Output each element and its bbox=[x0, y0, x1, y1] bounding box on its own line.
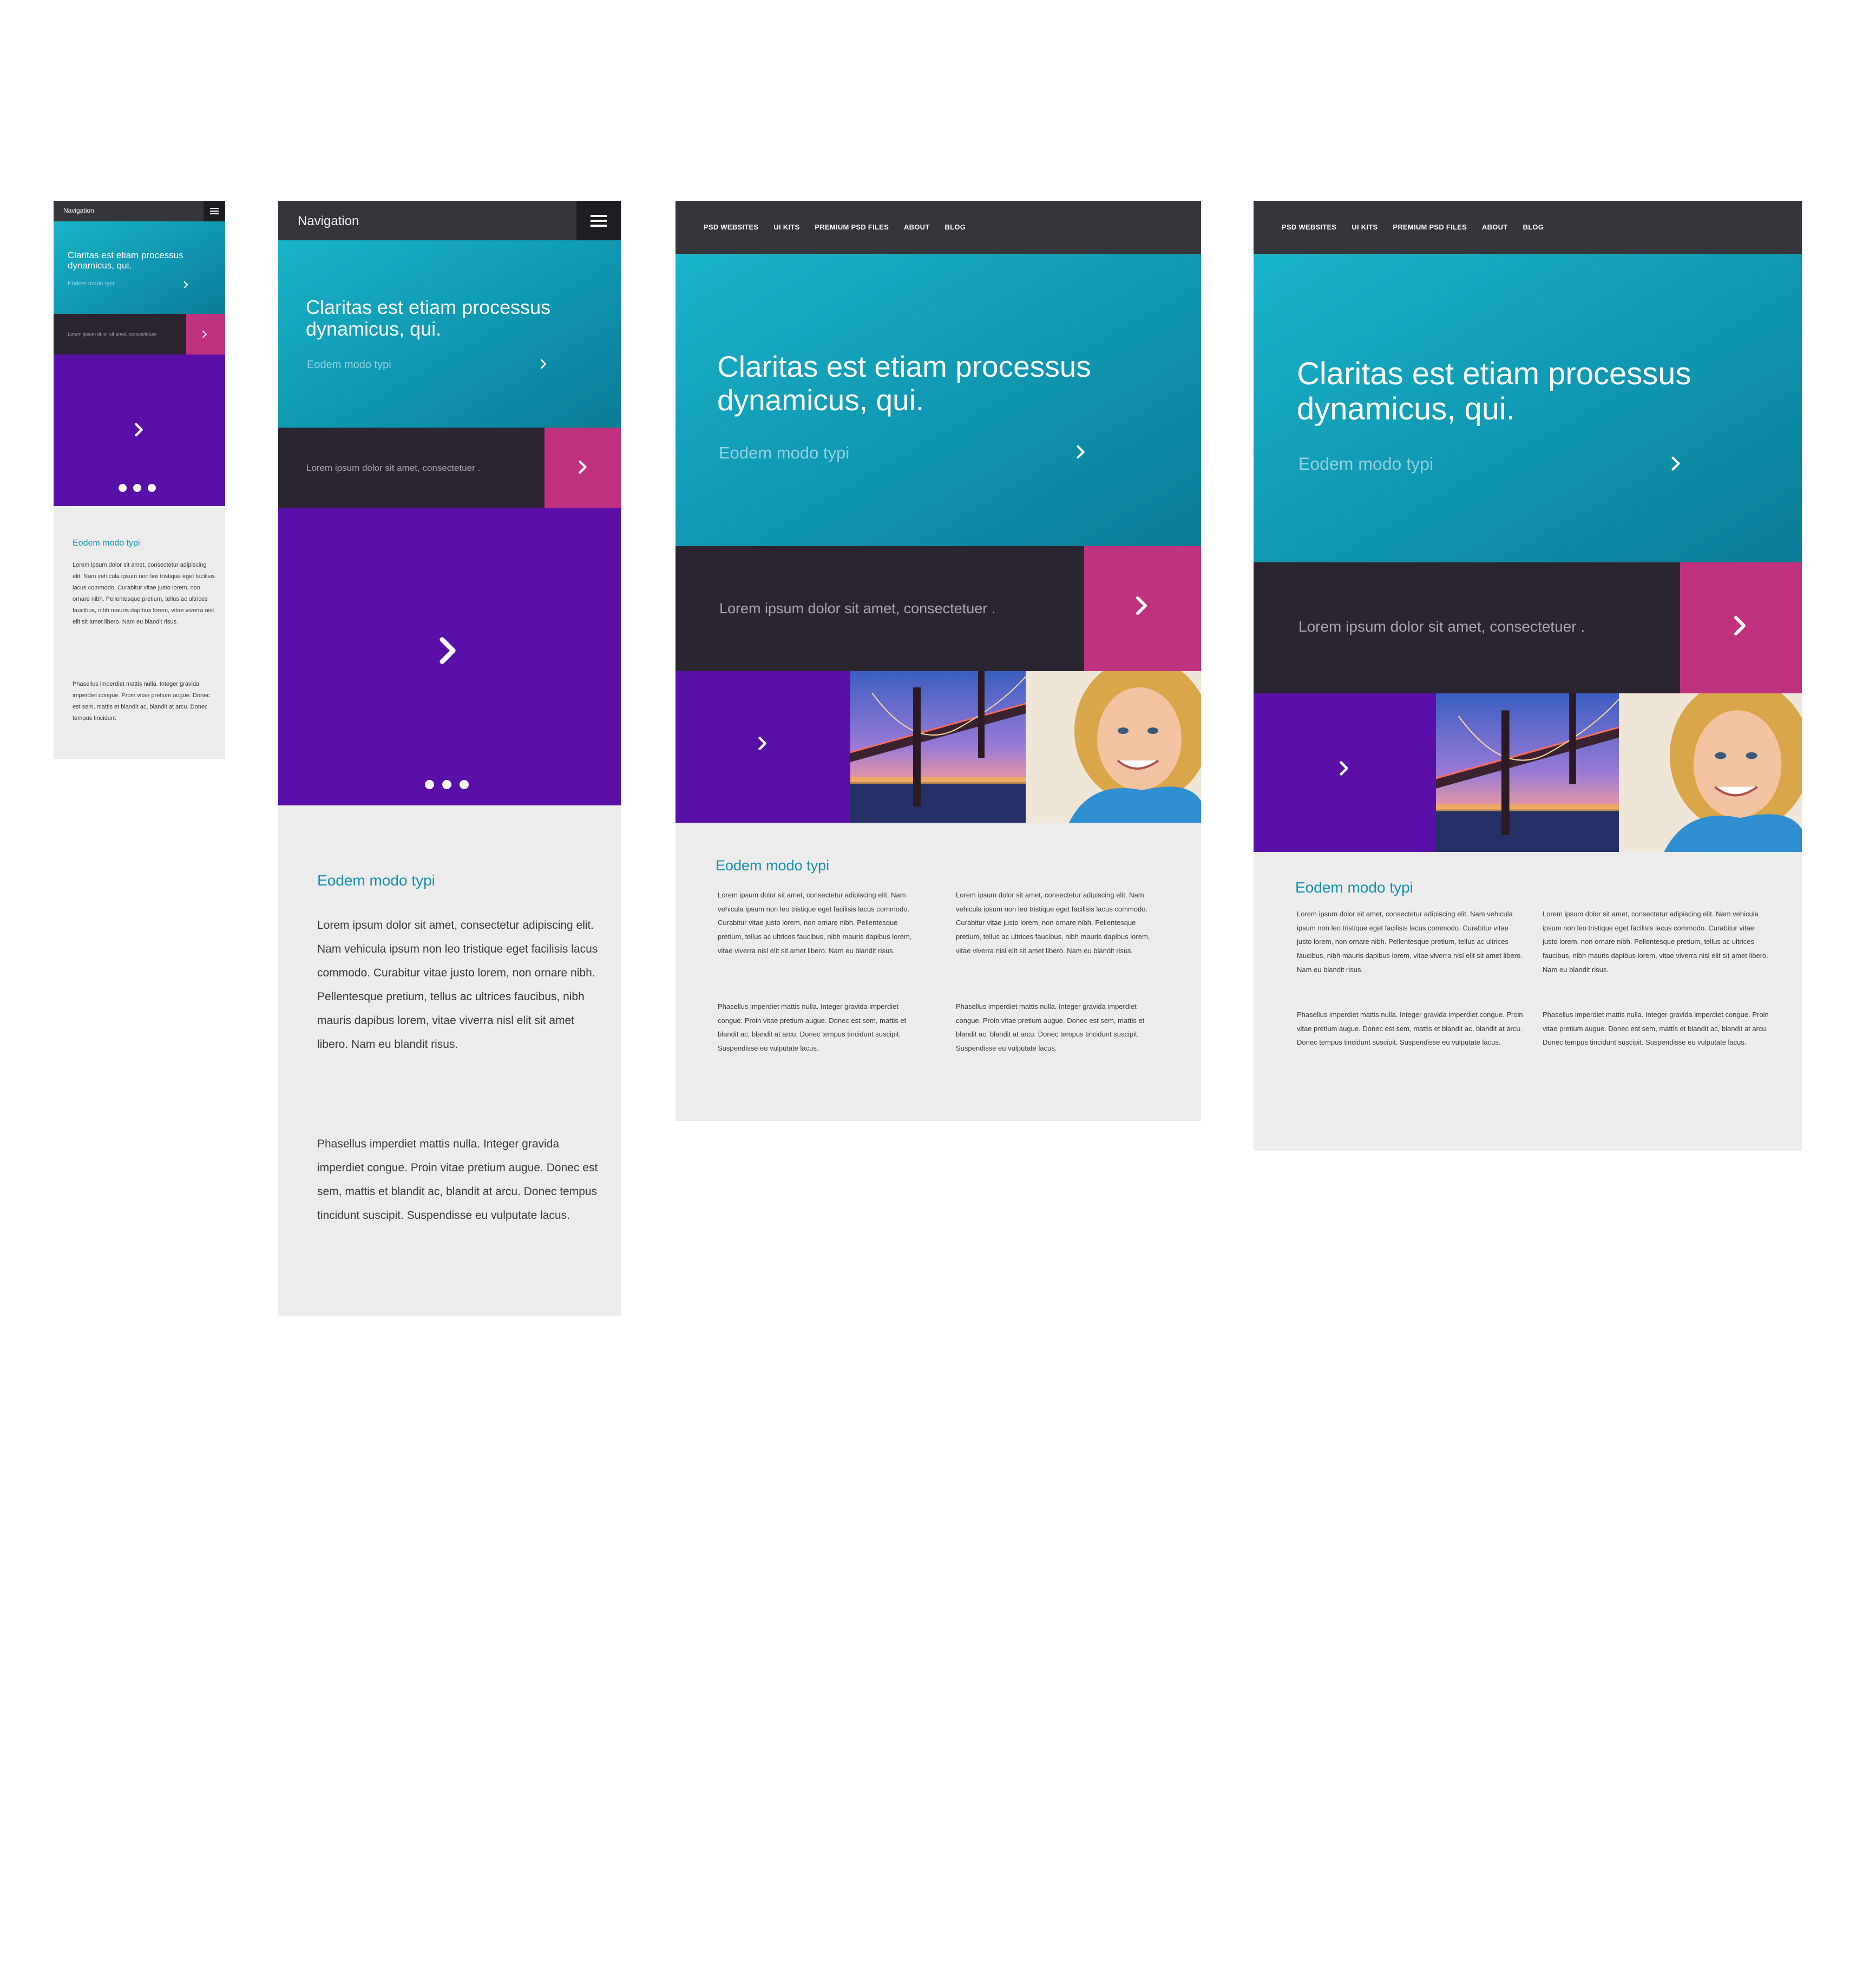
hero-title: Claritas est etiam processus dynamicus, … bbox=[306, 296, 551, 340]
purple-slider bbox=[278, 508, 621, 805]
nav-link-about[interactable]: ABOUT bbox=[904, 223, 930, 231]
body-paragraph: Lorem ipsum dolor sit amet, consectetur … bbox=[317, 919, 598, 1051]
desktop-mockup: PSD WEBSITES UI KITS PREMIUM PSD FILES A… bbox=[675, 201, 1201, 1121]
chevron-right-icon bbox=[578, 460, 587, 475]
body-paragraph: Lorem ipsum dolor sit amet, consectetur … bbox=[956, 891, 1150, 955]
hero-subtitle: Eodem modo typi bbox=[307, 359, 391, 371]
chevron-right-icon bbox=[1339, 760, 1349, 777]
nav-link-psd-websites[interactable]: PSD WEBSITES bbox=[1282, 223, 1336, 231]
body-paragraph: Phasellus imperdiet mattis nulla. Intege… bbox=[1297, 1011, 1523, 1047]
band-text: Lorem ipsum dolor sit amet, consectetuer… bbox=[306, 463, 481, 473]
bridge-photo bbox=[1436, 693, 1619, 852]
hero-subtitle: Eodem modo typi bbox=[1298, 454, 1434, 474]
dark-band: Lorem ipsum dolor sit amet, consectetuer… bbox=[1254, 562, 1802, 693]
chevron-right-icon[interactable] bbox=[1671, 456, 1681, 471]
hero-banner: Claritas est etiam processus dynamicus, … bbox=[1254, 254, 1802, 562]
nav-link-blog[interactable]: BLOG bbox=[1523, 223, 1544, 231]
chevron-right-icon bbox=[758, 736, 767, 751]
body-paragraph: Phasellus imperdiet mattis nulla. Intege… bbox=[317, 1138, 598, 1222]
hero-title: Claritas est etiam processus dynamicus, … bbox=[717, 350, 1091, 417]
purple-slider bbox=[54, 355, 225, 506]
nav-link-premium-psd-files[interactable]: PREMIUM PSD FILES bbox=[1393, 223, 1467, 231]
purple-tile[interactable] bbox=[1254, 693, 1436, 852]
band-text: Lorem ipsum dolor sit amet, consectetuer… bbox=[719, 600, 996, 616]
body-paragraph: Lorem ipsum dolor sit amet, consectetur … bbox=[718, 891, 912, 955]
chevron-right-icon[interactable] bbox=[183, 281, 188, 288]
body-paragraph: Phasellus imperdiet mattis nulla. Intege… bbox=[1543, 1011, 1769, 1047]
body-paragraph: Lorem ipsum dolor sit amet, consectetur … bbox=[1543, 910, 1768, 974]
section-heading: Eodem modo typi bbox=[73, 539, 140, 548]
bridge-photo bbox=[850, 671, 1026, 823]
hero-banner: Claritas est etiam processus dynamicus, … bbox=[54, 221, 225, 314]
dark-band: Lorem ipsum dolor sit amet, consectetuer… bbox=[278, 428, 621, 508]
tablet-mockup: Navigation Claritas est etiam processus … bbox=[278, 201, 621, 1316]
hero-subtitle: Eodem modo typi bbox=[719, 443, 850, 462]
chevron-right-icon[interactable] bbox=[438, 635, 457, 666]
chevron-right-icon[interactable] bbox=[1076, 444, 1085, 460]
woman-photo bbox=[1026, 671, 1201, 823]
top-bar: PSD WEBSITES UI KITS PREMIUM PSD FILES A… bbox=[1254, 201, 1802, 254]
hero-title: Claritas est etiam processus dynamicus, … bbox=[68, 250, 183, 271]
chevron-right-icon bbox=[1733, 615, 1747, 637]
wide-desktop-mockup: PSD WEBSITES UI KITS PREMIUM PSD FILES A… bbox=[1254, 201, 1802, 1151]
hamburger-icon bbox=[591, 212, 607, 229]
body-paragraph: Lorem ipsum dolor sit amet, consectetur … bbox=[73, 562, 215, 625]
body-paragraph: Phasellus imperdiet mattis nulla. Intege… bbox=[73, 681, 210, 721]
nav-title: Navigation bbox=[298, 214, 359, 228]
nav-link-premium-psd-files[interactable]: PREMIUM PSD FILES bbox=[815, 223, 889, 231]
chevron-right-icon bbox=[202, 330, 207, 338]
body-paragraph: Phasellus imperdiet mattis nulla. Intege… bbox=[718, 1002, 907, 1053]
top-bar: Navigation bbox=[54, 201, 225, 221]
main-nav: PSD WEBSITES UI KITS PREMIUM PSD FILES A… bbox=[1282, 223, 1544, 231]
band-text: Lorem ipsum dolor sit amet, consectetuer… bbox=[1298, 618, 1585, 635]
menu-button[interactable] bbox=[576, 201, 621, 240]
body-paragraph: Lorem ipsum dolor sit amet, consectetur … bbox=[1297, 910, 1523, 974]
band-text: Lorem ipsum dolor sit amet, consectetuer bbox=[68, 331, 158, 337]
nav-title: Navigation bbox=[63, 207, 94, 214]
pink-arrow-button[interactable] bbox=[186, 314, 225, 355]
main-nav: PSD WEBSITES UI KITS PREMIUM PSD FILES A… bbox=[704, 223, 966, 231]
hamburger-icon bbox=[210, 206, 219, 216]
nav-link-ui-kits[interactable]: UI KITS bbox=[1352, 223, 1378, 231]
section-heading: Eodem modo typi bbox=[317, 872, 435, 889]
hero-banner: Claritas est etiam processus dynamicus, … bbox=[675, 254, 1201, 546]
hero-subtitle: Eodem modo typi bbox=[68, 280, 114, 287]
purple-tile[interactable] bbox=[675, 671, 850, 823]
section-heading: Eodem modo typi bbox=[716, 857, 830, 874]
section-heading: Eodem modo typi bbox=[1295, 879, 1413, 896]
chevron-right-icon[interactable] bbox=[540, 359, 547, 369]
pink-arrow-button[interactable] bbox=[1084, 546, 1201, 671]
nav-link-psd-websites[interactable]: PSD WEBSITES bbox=[704, 223, 758, 231]
hero-title: Claritas est etiam processus dynamicus, … bbox=[1297, 356, 1691, 427]
mobile-mockup: Navigation Claritas est etiam processus … bbox=[54, 201, 225, 759]
nav-link-ui-kits[interactable]: UI KITS bbox=[773, 223, 799, 231]
nav-link-about[interactable]: ABOUT bbox=[1482, 223, 1508, 231]
top-bar: Navigation bbox=[278, 201, 621, 240]
hero-banner: Claritas est etiam processus dynamicus, … bbox=[278, 240, 621, 428]
dark-band: Lorem ipsum dolor sit amet, consectetuer bbox=[54, 314, 225, 355]
pink-arrow-button[interactable] bbox=[545, 428, 621, 508]
pink-arrow-button[interactable] bbox=[1680, 562, 1802, 693]
pagination-dots[interactable] bbox=[119, 484, 156, 492]
pagination-dots[interactable] bbox=[425, 780, 469, 789]
top-bar: PSD WEBSITES UI KITS PREMIUM PSD FILES A… bbox=[675, 201, 1201, 254]
dark-band: Lorem ipsum dolor sit amet, consectetuer… bbox=[675, 546, 1201, 671]
menu-button[interactable] bbox=[204, 201, 225, 221]
body-paragraph: Phasellus imperdiet mattis nulla. Intege… bbox=[956, 1002, 1145, 1053]
chevron-right-icon bbox=[1135, 595, 1148, 616]
chevron-right-icon[interactable] bbox=[134, 422, 143, 437]
woman-photo bbox=[1619, 693, 1802, 852]
nav-link-blog[interactable]: BLOG bbox=[945, 223, 966, 231]
